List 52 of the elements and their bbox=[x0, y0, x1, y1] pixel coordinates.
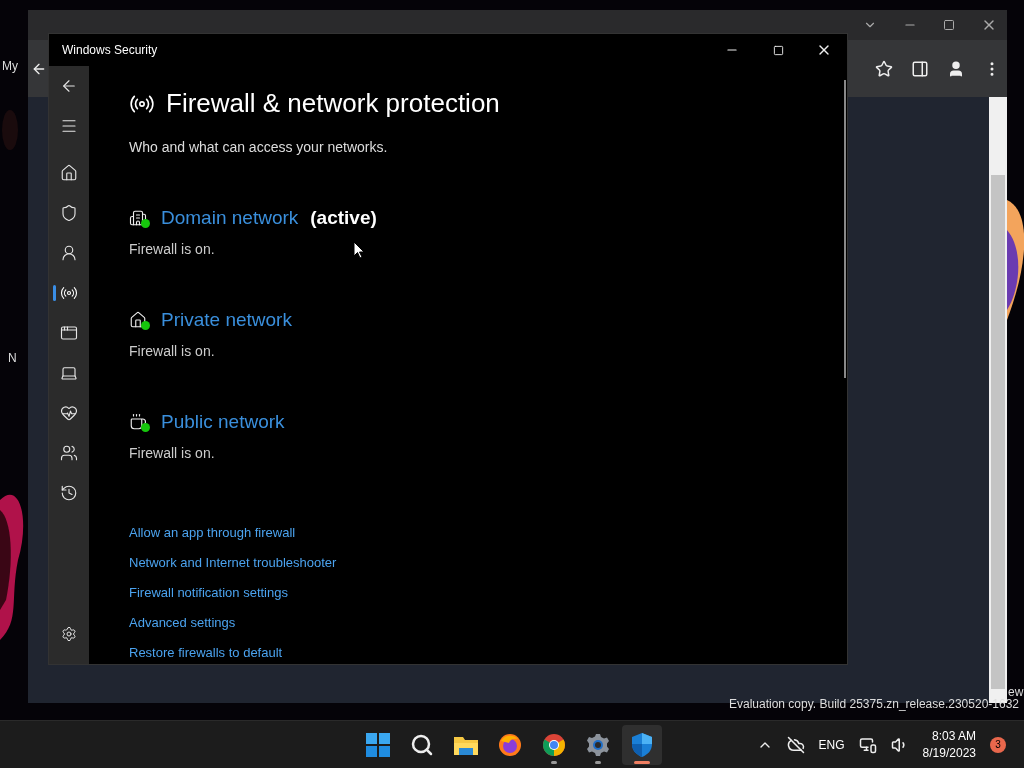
back-icon bbox=[60, 77, 78, 95]
history-icon bbox=[60, 484, 78, 502]
search-icon bbox=[410, 733, 434, 757]
clock[interactable]: 8:03 AM 8/19/2023 bbox=[922, 729, 976, 760]
settings-link[interactable]: Restore firewalls to default bbox=[129, 645, 283, 660]
page-title: Firewall & network protection bbox=[166, 88, 500, 119]
firefox-icon bbox=[498, 733, 522, 757]
gear-icon bbox=[586, 733, 610, 757]
settings-link[interactable]: Advanced settings bbox=[129, 615, 236, 630]
taskbar-app[interactable] bbox=[622, 725, 662, 765]
cursor-icon bbox=[353, 241, 365, 259]
cup-icon bbox=[129, 411, 151, 433]
people-icon bbox=[60, 444, 78, 462]
chrome-icon bbox=[542, 733, 566, 757]
shield-icon bbox=[60, 204, 78, 222]
cloud-off-icon[interactable] bbox=[786, 735, 805, 754]
laptop-icon bbox=[60, 364, 78, 382]
heart-pulse-icon bbox=[60, 404, 78, 422]
network-link[interactable]: Public network bbox=[161, 411, 285, 433]
desktop-label: ew bbox=[1008, 685, 1024, 699]
house-icon bbox=[129, 309, 151, 331]
settings-link[interactable]: Allow an app through firewall bbox=[129, 525, 296, 540]
window-icon bbox=[60, 324, 78, 342]
window-title: Windows Security bbox=[62, 43, 159, 57]
language-indicator[interactable]: ENG bbox=[818, 737, 845, 752]
maximize-icon[interactable] bbox=[943, 19, 955, 31]
firewall-status: Firewall is on. bbox=[129, 241, 215, 257]
desktop-label: N bbox=[8, 351, 17, 365]
folder-icon bbox=[453, 734, 479, 756]
settings-link[interactable]: Firewall notification settings bbox=[129, 585, 288, 600]
antenna-icon bbox=[60, 284, 78, 302]
scrollbar[interactable] bbox=[844, 80, 846, 378]
maximize-icon bbox=[772, 44, 784, 56]
page-subtitle: Who and what can access your networks. bbox=[129, 139, 389, 155]
settings-icon bbox=[61, 626, 77, 642]
network-icon[interactable] bbox=[858, 735, 877, 754]
network-link[interactable]: Domain network bbox=[161, 207, 299, 229]
settings-link[interactable]: Network and Internet troubleshooter bbox=[129, 555, 337, 570]
side-panel-icon[interactable] bbox=[911, 59, 929, 78]
shield-icon bbox=[630, 732, 654, 758]
desktop-label: My bbox=[2, 59, 18, 73]
menu-icon bbox=[60, 117, 78, 135]
network-link[interactable]: Private network bbox=[161, 309, 292, 331]
person-icon bbox=[60, 244, 78, 262]
active-label: (active) bbox=[310, 207, 377, 229]
firewall-status: Firewall is on. bbox=[129, 445, 215, 461]
firewall-status: Firewall is on. bbox=[129, 343, 215, 359]
start-icon bbox=[366, 733, 390, 757]
profile-icon[interactable] bbox=[947, 59, 965, 78]
notification-badge[interactable]: 3 bbox=[990, 736, 1006, 753]
home-icon bbox=[60, 164, 78, 182]
star-icon[interactable] bbox=[875, 59, 893, 78]
